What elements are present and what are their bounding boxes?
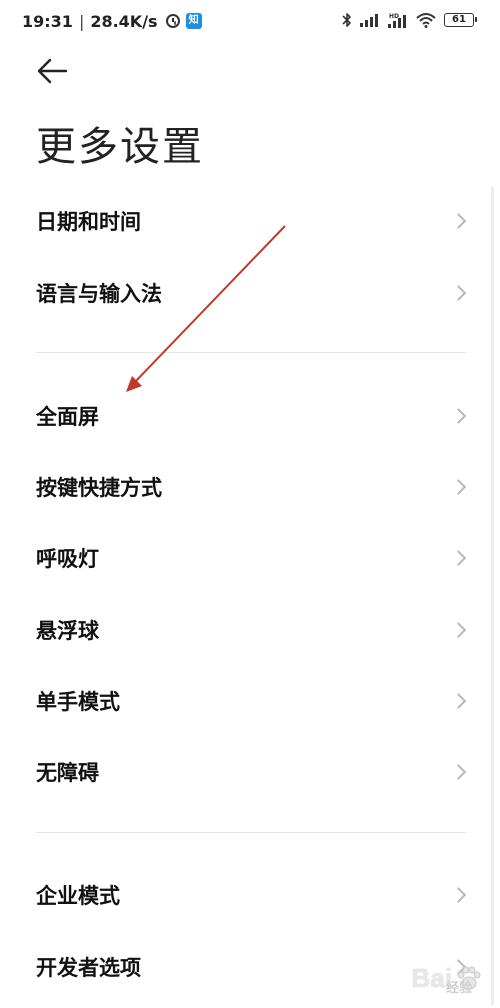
status-bar: 19:31 | 28.4K/s 知 HD 61	[0, 0, 500, 42]
chevron-right-icon	[450, 479, 467, 495]
setting-item-date-time[interactable]: 日期和时间	[0, 193, 500, 249]
setting-item-language-input[interactable]: 语言与输入法	[0, 265, 500, 321]
section-divider	[36, 832, 466, 833]
setting-item-full-screen[interactable]: 全面屏	[0, 388, 500, 444]
chevron-right-icon	[450, 408, 467, 424]
back-button[interactable]	[36, 56, 76, 88]
scrollbar[interactable]	[491, 186, 494, 1006]
chevron-right-icon	[450, 285, 467, 301]
setting-item-label: 单手模式	[36, 690, 120, 714]
page-title: 更多设置	[36, 124, 204, 170]
chevron-right-icon	[450, 550, 467, 566]
setting-item-label: 无障碍	[36, 761, 99, 785]
chevron-right-icon	[450, 887, 467, 903]
bluetooth-icon	[342, 13, 351, 27]
setting-item-enterprise-mode[interactable]: 企业模式	[0, 867, 500, 923]
status-time: 19:31	[22, 11, 73, 31]
chevron-right-icon	[450, 693, 467, 709]
setting-item-label: 呼吸灯	[36, 547, 99, 571]
setting-item-label: 企业模式	[36, 884, 120, 908]
setting-item-label: 开发者选项	[36, 956, 141, 980]
setting-item-accessibility[interactable]: 无障碍	[0, 744, 500, 800]
zhihu-app-icon: 知	[185, 13, 202, 29]
chevron-right-icon	[450, 622, 467, 638]
setting-item-floating-ball[interactable]: 悬浮球	[0, 602, 500, 658]
watermark-subtext: 经验	[445, 980, 472, 995]
status-left: 19:31 | 28.4K/s 知	[22, 10, 202, 32]
setting-item-label: 悬浮球	[36, 619, 99, 643]
setting-item-label: 全面屏	[36, 405, 99, 429]
section-divider	[36, 352, 466, 353]
alarm-icon	[165, 14, 180, 28]
status-separator: |	[78, 11, 85, 31]
chevron-right-icon	[450, 764, 467, 780]
setting-item-notification-light[interactable]: 呼吸灯	[0, 530, 500, 586]
setting-item-label: 日期和时间	[36, 210, 141, 234]
baidu-watermark-logo: Bai 经验	[412, 963, 482, 995]
chevron-right-icon	[450, 213, 467, 229]
battery-icon: 61	[444, 13, 477, 27]
setting-item-label: 按键快捷方式	[36, 476, 162, 500]
svg-text:HD: HD	[389, 13, 399, 20]
status-net-speed: 28.4K/s	[90, 11, 158, 31]
setting-item-button-shortcuts[interactable]: 按键快捷方式	[0, 459, 500, 515]
setting-item-label: 语言与输入法	[36, 282, 162, 306]
wifi-icon	[416, 13, 436, 28]
setting-item-one-handed-mode[interactable]: 单手模式	[0, 673, 500, 729]
back-arrow-icon	[37, 58, 68, 84]
hd-signal-icon: HD	[388, 13, 406, 28]
signal-icon	[360, 14, 378, 27]
status-right: HD 61	[342, 12, 477, 28]
